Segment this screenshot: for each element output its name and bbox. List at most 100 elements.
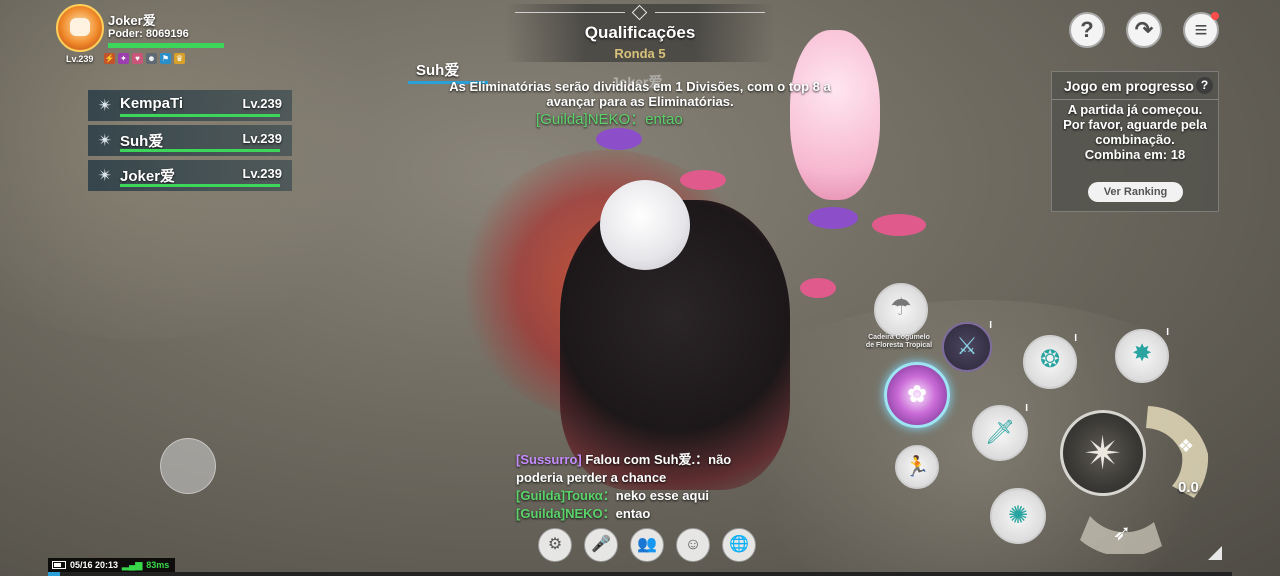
chair-label-line: de Floresta Tropical bbox=[865, 342, 933, 349]
chair-label-line: Cadeira Cogumelo bbox=[868, 334, 930, 341]
notification-dot bbox=[1211, 12, 1219, 20]
social-button[interactable]: 👥 bbox=[630, 528, 664, 562]
blades-skill-button[interactable]: ⚔ I bbox=[942, 320, 992, 372]
settings-button[interactable]: ⚙ bbox=[538, 528, 572, 562]
player-name: Joker爱 bbox=[108, 13, 156, 28]
banner-title: Qualificações bbox=[584, 23, 696, 42]
chair-skill-button[interactable]: ☂ bbox=[874, 283, 928, 337]
party-member-hp-bar bbox=[120, 184, 280, 187]
player-level: Lv.239 bbox=[66, 54, 94, 64]
bat-4 bbox=[808, 207, 858, 229]
chair-skill-label: Cadeira Cogumelo de Floresta Tropical bbox=[855, 334, 943, 350]
party-member[interactable]: ✴ Joker爱 Lv.239 bbox=[88, 160, 292, 191]
player-power: Poder: 8069196 bbox=[108, 28, 189, 40]
people-icon: 👥 bbox=[637, 536, 657, 553]
microphone-icon: 🎤 bbox=[591, 536, 611, 553]
buff-icon: ♥ bbox=[132, 53, 143, 64]
chat-text: neko esse aqui bbox=[615, 488, 709, 503]
emote-button[interactable]: ☺ bbox=[676, 528, 710, 562]
summon-skill-button[interactable]: ✿ bbox=[884, 362, 950, 428]
attack-button[interactable]: ✴ bbox=[1060, 410, 1146, 496]
wind-swirl-icon: ❂ bbox=[1039, 346, 1061, 373]
bottom-toolbar: ⚙ 🎤 👥 ☺ 🌐 bbox=[538, 528, 756, 562]
party-member-level: Lv.239 bbox=[242, 166, 282, 181]
globe-icon: 🌐 bbox=[729, 536, 749, 553]
divider bbox=[1052, 99, 1218, 100]
progress-line: A partida já começou. bbox=[1067, 102, 1203, 117]
sword-icon: 🗡 bbox=[984, 419, 1016, 446]
chat-channel: [Sussurro] bbox=[516, 452, 582, 467]
party-member-name: Joker爱 bbox=[120, 168, 176, 185]
party-member-hp-bar bbox=[120, 149, 280, 152]
game-progress-panel: Jogo em progresso ? A partida já começou… bbox=[1051, 71, 1219, 212]
buff-icon: ♛ bbox=[174, 53, 185, 64]
chat-line: [Sussurro] Falou com Suh爱.：não bbox=[516, 451, 766, 469]
battery-icon bbox=[52, 561, 66, 569]
movement-joystick[interactable] bbox=[160, 438, 216, 494]
menu-button[interactable]: ≡ bbox=[1183, 12, 1219, 48]
player-power-bar bbox=[108, 43, 224, 48]
world-chat-button[interactable]: 🌐 bbox=[722, 528, 756, 562]
svg-text:❖: ❖ bbox=[1178, 436, 1194, 457]
dodge-skill-button[interactable]: 🏃 bbox=[895, 445, 939, 489]
shuriken-attack-icon: ✴ bbox=[1083, 427, 1123, 479]
party-member[interactable]: ✴ KempaTi Lv.239 bbox=[88, 90, 292, 121]
diamond-ornament-icon bbox=[631, 4, 648, 21]
party-member-hp-bar bbox=[120, 114, 280, 117]
progress-title: Jogo em progresso bbox=[1064, 78, 1194, 94]
chat-text: Falou com Suh爱.：não bbox=[581, 452, 732, 467]
burst-icon: ✸ bbox=[1131, 340, 1153, 367]
progress-line: combinação. bbox=[1095, 132, 1175, 147]
bat-3 bbox=[872, 214, 926, 236]
ultimate-skill-button[interactable]: ✺ bbox=[990, 488, 1046, 544]
share-icon: ↷ bbox=[1134, 17, 1154, 42]
chat-text: entao bbox=[615, 506, 651, 521]
character-hair bbox=[600, 180, 690, 270]
party-member-level: Lv.239 bbox=[242, 131, 282, 146]
voice-button[interactable]: 🎤 bbox=[584, 528, 618, 562]
dash-button[interactable]: ➶ bbox=[1076, 500, 1166, 554]
match-banner: Qualificações Ronda 5 bbox=[505, 4, 775, 62]
party-member-name: KempaTi bbox=[120, 95, 184, 112]
energy-gauge: ❖ bbox=[1146, 406, 1209, 498]
chat-log[interactable]: [Sussurro] Falou com Suh爱.：não poderia p… bbox=[516, 451, 766, 523]
gear-icon: ⚙ bbox=[547, 536, 563, 553]
runner-icon: 🏃 bbox=[904, 456, 930, 478]
shards-icon: ✺ bbox=[1007, 502, 1029, 529]
smile-icon: ☺ bbox=[684, 536, 702, 553]
buff-icon: ⚡ bbox=[104, 53, 115, 64]
experience-bar bbox=[48, 572, 1232, 576]
bat-2 bbox=[680, 170, 726, 190]
party-member-level: Lv.239 bbox=[242, 96, 282, 111]
status-datetime: 05/16 20:13 bbox=[70, 560, 119, 570]
progress-countdown: Combina em: 18 bbox=[1084, 147, 1186, 162]
mushroom-chair-icon: ☂ bbox=[890, 294, 912, 321]
cat-emblem-icon: ✿ bbox=[906, 381, 928, 408]
buff-list: ⚡ ✦ ♥ ☻ ⚑ ♛ bbox=[104, 53, 185, 64]
bat-1 bbox=[596, 128, 642, 150]
buff-icon: ✦ bbox=[118, 53, 129, 64]
party-member[interactable]: ✴ Suh爱 Lv.239 bbox=[88, 125, 292, 156]
status-ping: 83ms bbox=[146, 560, 170, 570]
party-member-name: Suh爱 bbox=[120, 133, 164, 150]
player-info[interactable]: Joker爱 Poder: 8069196 Lv.239 ⚡ ✦ ♥ ☻ ⚑ ♛ bbox=[52, 2, 252, 66]
floating-guild-chat: [Guilda]NEKO：entao bbox=[536, 111, 683, 128]
help-button[interactable]: ? bbox=[1069, 12, 1105, 48]
party-list: ✴ KempaTi Lv.239 ✴ Suh爱 Lv.239 ✴ Joker爱 … bbox=[88, 90, 292, 195]
chat-line: [Guilda]NEKO：entao bbox=[516, 505, 766, 523]
progress-help-button[interactable]: ? bbox=[1196, 77, 1213, 94]
shuriken-icon: ✴ bbox=[97, 131, 113, 150]
burst-skill-button[interactable]: ✸ I bbox=[1115, 327, 1169, 383]
share-button[interactable]: ↷ bbox=[1126, 12, 1162, 48]
sword-skill-button[interactable]: 🗡 I bbox=[972, 403, 1028, 461]
wind-skill-button[interactable]: ❂ I bbox=[1023, 333, 1077, 389]
chat-line: [Guilda]Touκα：neko esse aqui bbox=[516, 487, 766, 505]
bat-5 bbox=[800, 278, 836, 298]
view-ranking-button[interactable]: Ver Ranking bbox=[1088, 182, 1183, 202]
chat-channel: [Guilda]NEKO： bbox=[516, 506, 616, 521]
expand-corner-icon[interactable] bbox=[1208, 546, 1222, 560]
buff-icon: ⚑ bbox=[160, 53, 171, 64]
player-avatar[interactable] bbox=[56, 4, 104, 52]
signal-icon: ▂▄▆ bbox=[122, 559, 143, 570]
chat-channel: [Guilda]Touκα： bbox=[516, 488, 616, 503]
